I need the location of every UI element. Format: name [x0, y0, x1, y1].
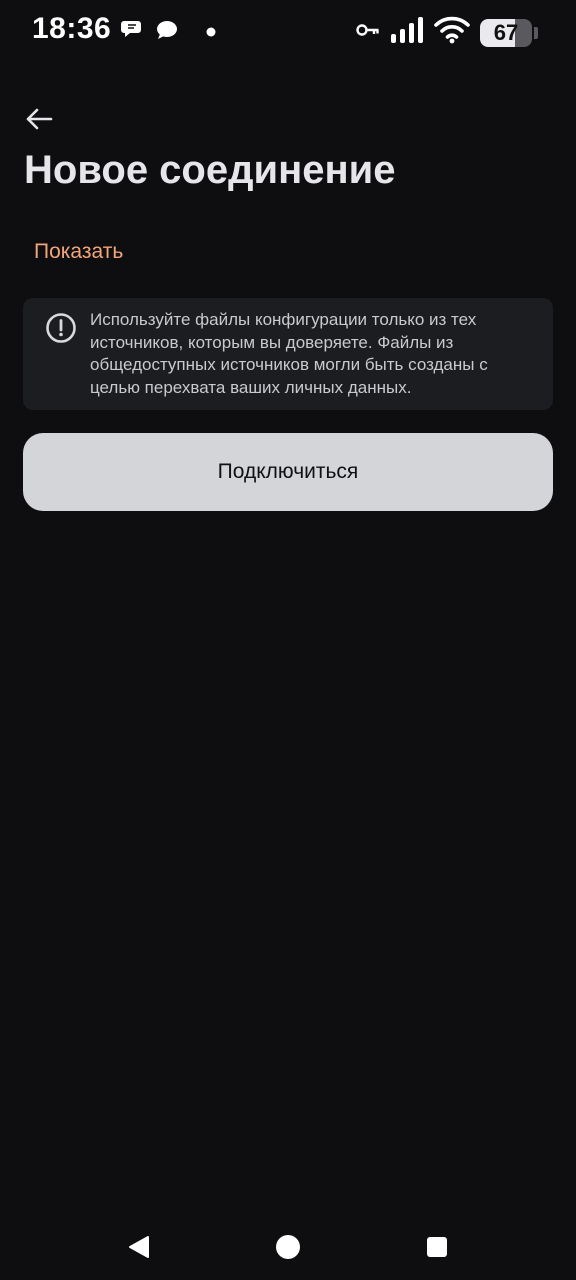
- arrow-left-icon: [26, 108, 53, 130]
- navigation-bar: [0, 1210, 576, 1280]
- nav-home-button[interactable]: [273, 1232, 303, 1262]
- battery-body: 67: [480, 18, 532, 47]
- battery-level: 67: [493, 19, 519, 45]
- connect-button[interactable]: Подключиться: [23, 433, 553, 511]
- home-circle-icon: [276, 1235, 300, 1259]
- nav-recents-button[interactable]: [422, 1232, 452, 1262]
- vpn-key-icon: [356, 18, 380, 47]
- exclamation-circle-icon: [45, 312, 77, 344]
- status-time: 18:36: [32, 12, 112, 45]
- dot-icon: [206, 24, 216, 42]
- chat-bubbles-icon: [120, 18, 146, 47]
- signal-icon: [390, 16, 424, 49]
- recents-square-icon: [427, 1237, 447, 1257]
- show-link[interactable]: Показать: [34, 240, 123, 264]
- nav-back-button[interactable]: [124, 1232, 154, 1262]
- message-icon: [154, 18, 180, 47]
- notification-icons: [120, 18, 216, 47]
- back-button[interactable]: [20, 100, 58, 138]
- wifi-icon: [434, 16, 470, 49]
- page-title: Новое соединение: [24, 148, 396, 192]
- warning-card: Используйте файлы конфигурации только из…: [23, 298, 553, 410]
- battery-icon: 67: [480, 18, 538, 47]
- back-triangle-icon: [129, 1236, 149, 1258]
- battery-tip: [534, 26, 538, 39]
- status-bar: 18:36 67: [0, 0, 576, 64]
- warning-text: Используйте файлы конфигурации только из…: [90, 310, 488, 397]
- system-icons: 67: [356, 16, 538, 49]
